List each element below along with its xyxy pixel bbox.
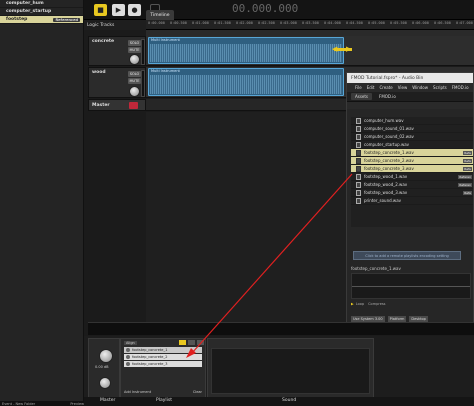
drag-arrow-icon bbox=[186, 173, 353, 358]
